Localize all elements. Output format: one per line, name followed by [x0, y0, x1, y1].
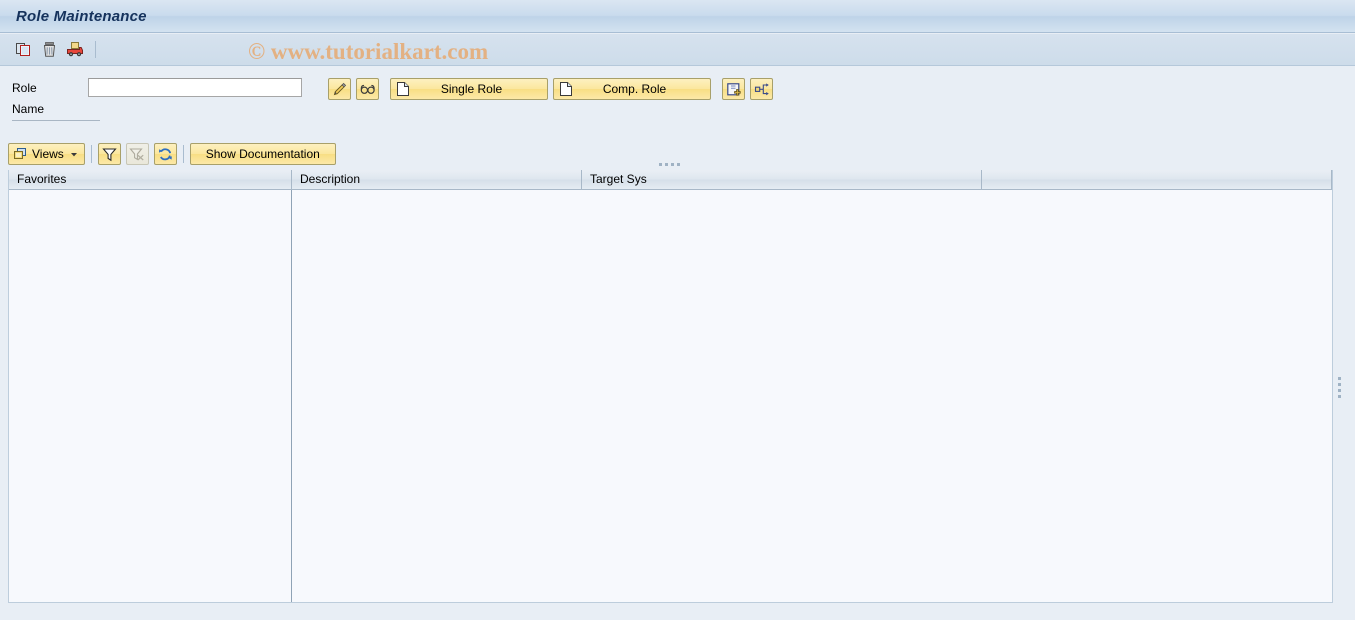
single-role-label: Single Role: [440, 82, 503, 96]
views-icon: [14, 148, 26, 159]
column-header-favorites[interactable]: Favorites: [9, 170, 292, 190]
table-body: [9, 190, 1332, 602]
name-label: Name: [12, 102, 45, 116]
role-action-buttons: Single Role Comp. Role: [328, 78, 773, 100]
role-form-area: Role Name Single Role Comp. Role: [0, 67, 1355, 137]
transaction-inheritance-button[interactable]: [722, 78, 745, 100]
column-header-blank[interactable]: [982, 170, 1332, 190]
show-documentation-label: Show Documentation: [205, 147, 320, 161]
column-header-description[interactable]: Description: [292, 170, 582, 190]
composite-role-button[interactable]: Comp. Role: [553, 78, 711, 100]
display-role-button[interactable]: [356, 78, 379, 100]
roles-table: Favorites Description Target Sys: [8, 170, 1333, 603]
main-toolbar: [0, 34, 1355, 66]
table-header-row: Favorites Description Target Sys: [9, 170, 1332, 190]
role-row: Role: [0, 78, 302, 97]
vertical-splitter[interactable]: [1336, 172, 1343, 602]
role-label: Role: [12, 80, 37, 95]
column-divider[interactable]: [291, 190, 292, 602]
delete-icon[interactable]: [38, 39, 60, 61]
composite-role-label: Comp. Role: [602, 82, 667, 96]
application-window: Role Maintenance © www.tutorialkart.com …: [0, 0, 1355, 620]
copy-icon[interactable]: [12, 39, 34, 61]
chevron-down-icon: [70, 153, 77, 157]
role-input[interactable]: [88, 78, 302, 97]
horizontal-splitter[interactable]: [0, 160, 1338, 169]
window-title-bar: Role Maintenance: [0, 0, 1355, 33]
change-role-button[interactable]: [328, 78, 351, 100]
document-icon: [560, 82, 572, 96]
views-label: Views: [32, 147, 64, 161]
transport-icon[interactable]: [64, 39, 86, 61]
single-role-button[interactable]: Single Role: [390, 78, 548, 100]
name-row: Name: [0, 102, 88, 116]
derive-role-button[interactable]: [750, 78, 773, 100]
splitter-grip-icon: [1338, 376, 1341, 398]
splitter-grip-icon: [658, 163, 680, 166]
status-bar: [0, 604, 1355, 620]
page-title: Role Maintenance: [16, 7, 147, 25]
name-field-underline: [12, 120, 100, 121]
column-header-target-sys[interactable]: Target Sys: [582, 170, 982, 190]
document-icon: [397, 82, 409, 96]
toolbar-separator: [95, 41, 96, 58]
